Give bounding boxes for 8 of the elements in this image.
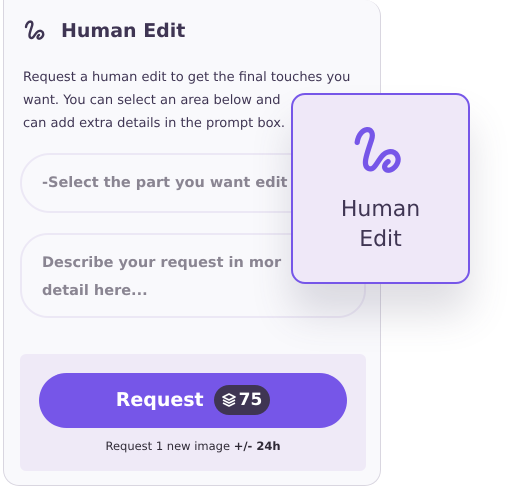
credits-badge: 75 — [214, 385, 270, 416]
request-button[interactable]: Request 75 — [39, 372, 347, 428]
panel-title: Human Edit — [61, 20, 186, 42]
description-line: want. You can select an area below and — [23, 92, 282, 110]
description-line: can add extra details in the prompt box. — [23, 115, 286, 133]
layers-icon — [222, 393, 236, 408]
description-line: Request a human edit to get the final touches you — [23, 69, 352, 87]
request-note: Request 1 new image +/- 24h — [105, 438, 281, 453]
